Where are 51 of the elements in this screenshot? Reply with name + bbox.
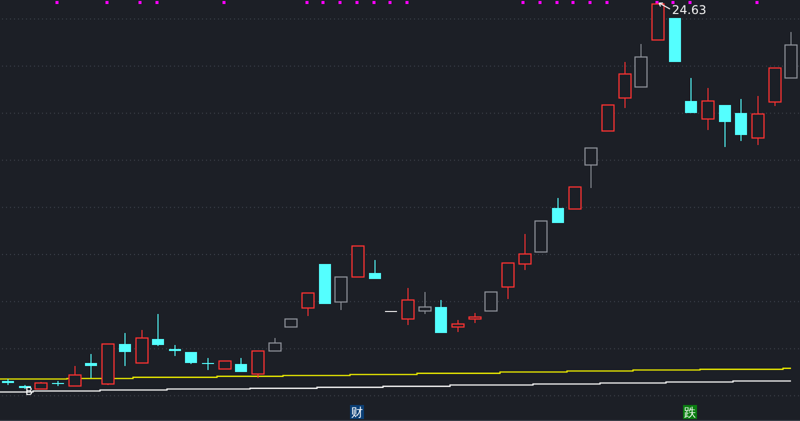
candlestick <box>468 312 482 324</box>
candlestick <box>2 378 14 386</box>
candlestick <box>735 98 747 142</box>
candlestick <box>618 62 632 108</box>
candlestick <box>34 382 48 390</box>
candlestick <box>768 67 782 106</box>
candlestick <box>669 18 681 62</box>
candlestick <box>584 147 598 188</box>
candlestick <box>334 276 348 310</box>
candlestick <box>251 350 265 378</box>
candlestick <box>301 292 315 316</box>
candlestick <box>169 344 181 356</box>
candlestick <box>218 360 232 370</box>
candlestick <box>369 260 381 280</box>
candlestick <box>534 220 548 253</box>
candlestick <box>202 358 214 370</box>
candlestick <box>518 234 532 270</box>
candlestick <box>85 354 97 378</box>
candlestick <box>719 104 731 148</box>
candlestick <box>152 314 164 346</box>
candlestick <box>68 366 82 387</box>
candlestick <box>634 44 648 88</box>
candlestick <box>685 78 697 114</box>
candlestick <box>284 318 298 328</box>
high-price-label: 24.63 <box>672 3 706 17</box>
fall-badge: 跌 <box>683 405 697 420</box>
candlestick <box>651 3 665 41</box>
arrow-icon <box>658 2 670 10</box>
candlestick <box>185 352 197 364</box>
candlestick <box>435 300 447 334</box>
candlestick <box>385 310 397 312</box>
candlestick <box>52 380 64 386</box>
candlestick <box>268 338 282 352</box>
candlestick <box>552 198 564 224</box>
candlestick <box>235 358 247 372</box>
candlestick <box>784 32 798 79</box>
candlestick <box>319 264 331 304</box>
candlestick <box>568 186 582 210</box>
candlestick <box>501 262 515 300</box>
candlestick <box>701 88 715 130</box>
candlestick <box>119 332 131 366</box>
candlestick <box>351 245 365 278</box>
candlestick <box>101 343 115 386</box>
candlestick <box>601 104 615 132</box>
candlestick <box>451 320 465 332</box>
candlestick <box>135 330 149 364</box>
candlestick <box>484 291 498 312</box>
candlestick <box>418 292 432 314</box>
candlestick <box>751 96 765 146</box>
candlestick <box>401 288 415 326</box>
finance-badge: 财 <box>350 405 364 420</box>
